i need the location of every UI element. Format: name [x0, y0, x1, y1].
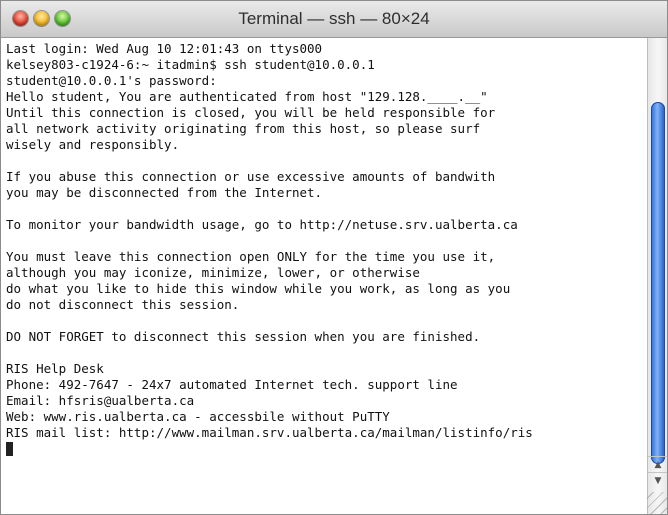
- terminal-line: Email: hfsris@ualberta.ca: [6, 393, 195, 408]
- terminal-line: you may be disconnected from the Interne…: [6, 185, 323, 200]
- terminal-line: although you may iconize, minimize, lowe…: [6, 265, 420, 280]
- title-bar[interactable]: Terminal — ssh — 80×24: [1, 1, 667, 38]
- scrollbar-thumb[interactable]: [651, 102, 665, 464]
- terminal-line: Phone: 492-7647 - 24x7 automated Interne…: [6, 377, 458, 392]
- terminal-line: DO NOT FORGET to disconnect this session…: [6, 329, 481, 344]
- terminal-line: do what you like to hide this window whi…: [6, 281, 511, 296]
- terminal-line: RIS Help Desk: [6, 361, 104, 376]
- terminal-line: all network activity originating from th…: [6, 121, 481, 136]
- terminal-line: wisely and responsibly.: [6, 137, 180, 152]
- scroll-down-arrow-icon[interactable]: ▼: [648, 472, 667, 489]
- terminal-line: If you abuse this connection or use exce…: [6, 169, 496, 184]
- terminal-output[interactable]: Last login: Wed Aug 10 12:01:43 on ttys0…: [6, 41, 644, 511]
- terminal-line: kelsey803-c1924-6:~ itadmin$ ssh student…: [6, 57, 375, 72]
- terminal-line: Last login: Wed Aug 10 12:01:43 on ttys0…: [6, 41, 323, 56]
- terminal-line: Until this connection is closed, you wil…: [6, 105, 496, 120]
- terminal-line: Web: www.ris.ualberta.ca - accessbile wi…: [6, 409, 390, 424]
- terminal-line: You must leave this connection open ONLY…: [6, 249, 496, 264]
- vertical-scrollbar[interactable]: ▲ ▼: [647, 38, 667, 514]
- resize-grip-icon[interactable]: [647, 492, 667, 514]
- terminal-window: Terminal — ssh — 80×24 Last login: Wed A…: [0, 0, 668, 515]
- terminal-line: student@10.0.0.1's password:: [6, 73, 217, 88]
- terminal-line: Hello student, You are authenticated fro…: [6, 89, 488, 104]
- prompt-line[interactable]: [6, 441, 644, 457]
- terminal-line: do not disconnect this session.: [6, 297, 240, 312]
- terminal-line: RIS mail list: http://www.mailman.srv.ua…: [6, 425, 533, 440]
- scroll-up-arrow-icon[interactable]: ▲: [648, 456, 667, 473]
- terminal-line: To monitor your bandwidth usage, go to h…: [6, 217, 518, 232]
- window-title: Terminal — ssh — 80×24: [238, 9, 430, 28]
- text-cursor: [6, 442, 13, 456]
